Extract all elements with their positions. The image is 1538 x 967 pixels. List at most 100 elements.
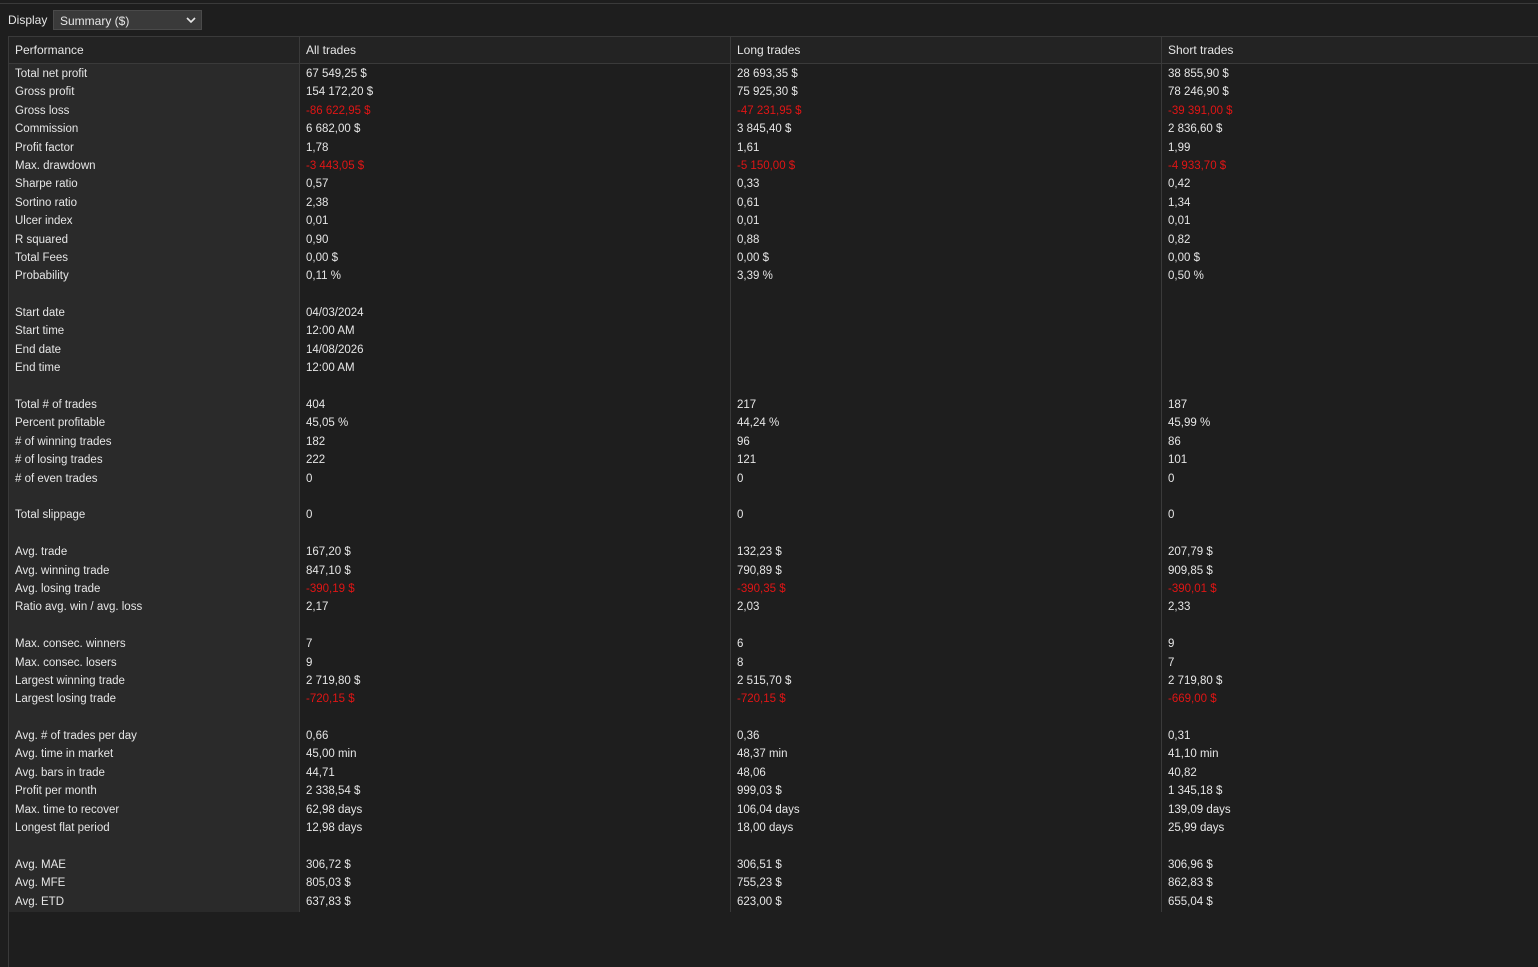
row-label: Avg. MFE xyxy=(15,877,66,890)
row-value: 306,51 $ xyxy=(737,858,782,871)
table-row: Avg. MAE 306,72 $ 306,51 $ 306,96 $ xyxy=(9,856,1538,874)
row-value: 38 855,90 $ xyxy=(1168,68,1229,80)
row-value: 41,10 min xyxy=(1168,748,1219,761)
table-row: Ratio avg. win / avg. loss 2,17 2,03 2,33 xyxy=(9,598,1538,616)
table-row xyxy=(9,709,1538,727)
row-value: 0 xyxy=(737,472,744,485)
row-value xyxy=(1162,286,1538,304)
row-label xyxy=(9,378,300,396)
row-value: -720,15 $ xyxy=(306,693,355,706)
row-value: 0,31 xyxy=(1168,730,1191,743)
table-row xyxy=(9,617,1538,635)
row-value: 0,01 xyxy=(1168,215,1191,228)
row-label: Avg. MAE xyxy=(15,858,66,871)
row-value: 999,03 $ xyxy=(737,785,782,798)
row-value: 3 845,40 $ xyxy=(737,123,792,136)
table-row: End date 14/08/2026 xyxy=(9,341,1538,359)
row-value: 0,00 $ xyxy=(737,251,769,264)
row-value: 12,98 days xyxy=(306,822,363,835)
row-value: 18,00 days xyxy=(737,822,794,835)
table-row: Avg. time in market 45,00 min 48,37 min 41,… xyxy=(9,745,1538,763)
row-label: Start date xyxy=(15,307,65,320)
row-value: -390,19 $ xyxy=(306,582,355,595)
row-value xyxy=(1162,488,1538,506)
row-label: Sortino ratio xyxy=(15,196,78,209)
row-value: 6 xyxy=(737,638,744,651)
table-row: Avg. winning trade 847,10 $ 790,89 $ 909,85… xyxy=(9,562,1538,580)
table-row: R squared 0,90 0,88 0,82 xyxy=(9,231,1538,249)
table-row xyxy=(9,525,1538,543)
row-value: 222 xyxy=(306,454,326,467)
row-value: -86 622,95 $ xyxy=(306,104,371,117)
row-value: -3 443,05 $ xyxy=(306,159,365,172)
row-value: 04/03/2024 xyxy=(306,307,364,320)
row-label: Avg. trade xyxy=(15,546,68,559)
row-value: 790,89 $ xyxy=(737,564,782,577)
row-value: 207,79 $ xyxy=(1168,546,1213,559)
table-row: Total Fees 0,00 $ 0,00 $ 0,00 $ xyxy=(9,249,1538,267)
row-value xyxy=(300,286,731,304)
table-row: Max. consec. winners 7 6 9 xyxy=(9,635,1538,653)
row-value xyxy=(731,617,1162,635)
row-value: 0 xyxy=(1168,472,1175,485)
row-label: # of even trades xyxy=(15,472,98,485)
column-header-short-trades[interactable]: Short trades xyxy=(1162,37,1538,63)
row-value: 45,05 % xyxy=(306,417,349,430)
row-label: Start time xyxy=(15,325,65,338)
table-row: Commission 6 682,00 $ 3 845,40 $ 2 836,60 $ xyxy=(9,120,1538,138)
row-value xyxy=(1162,525,1538,543)
row-value: 45,99 % xyxy=(1168,417,1211,430)
table-row: Avg. ETD 637,83 $ 623,00 $ 655,04 $ xyxy=(9,893,1538,911)
row-label: Max. drawdown xyxy=(15,159,96,172)
display-select-value: Summary ($) xyxy=(60,14,130,28)
row-value xyxy=(300,837,731,855)
row-value: 7 xyxy=(306,638,313,651)
row-label: # of losing trades xyxy=(15,454,103,467)
row-value: 12:00 AM xyxy=(306,325,355,338)
table-row: Longest flat period 12,98 days 18,00 days 2… xyxy=(9,819,1538,837)
row-label: # of winning trades xyxy=(15,435,112,448)
column-header-performance[interactable]: Performance xyxy=(9,37,300,63)
row-value: 0,42 xyxy=(1168,178,1191,191)
table-row: Profit per month 2 338,54 $ 999,03 $ 1 345,… xyxy=(9,782,1538,800)
row-label: Ulcer index xyxy=(15,215,73,228)
row-value: -669,00 $ xyxy=(1168,693,1217,706)
row-value xyxy=(731,322,1162,340)
column-header-long-trades[interactable]: Long trades xyxy=(731,37,1162,63)
row-value xyxy=(1162,304,1538,322)
display-label: Display xyxy=(8,13,48,27)
row-value: -4 933,70 $ xyxy=(1168,159,1227,172)
display-select[interactable]: Summary ($) xyxy=(53,10,202,30)
row-value: 217 xyxy=(737,399,757,412)
row-label: Avg. bars in trade xyxy=(15,766,105,779)
grid-rows: Total net profit 67 549,25 $ 28 693,35 $ 38… xyxy=(9,65,1538,911)
row-value: 0,88 xyxy=(737,233,760,246)
row-value xyxy=(731,286,1162,304)
row-value xyxy=(731,378,1162,396)
row-value: 40,82 xyxy=(1168,766,1197,779)
row-label: Avg. time in market xyxy=(15,748,114,761)
row-label: Total slippage xyxy=(15,509,86,522)
row-value: 0,50 % xyxy=(1168,270,1204,283)
row-value xyxy=(1162,341,1538,359)
row-value: 167,20 $ xyxy=(306,546,351,559)
column-header-all-trades[interactable]: All trades xyxy=(300,37,731,63)
row-value: 9 xyxy=(306,656,313,669)
row-value: 755,23 $ xyxy=(737,877,782,890)
row-value xyxy=(1162,709,1538,727)
table-row: # of even trades 0 0 0 xyxy=(9,470,1538,488)
row-value: 0,36 xyxy=(737,730,760,743)
row-label: Gross loss xyxy=(15,104,70,117)
row-value: 805,03 $ xyxy=(306,877,351,890)
row-value: 2 515,70 $ xyxy=(737,674,792,687)
row-value: -720,15 $ xyxy=(737,693,786,706)
row-value: 48,37 min xyxy=(737,748,788,761)
row-label: R squared xyxy=(15,233,69,246)
row-value: 2 338,54 $ xyxy=(306,785,361,798)
row-value: 3,39 % xyxy=(737,270,773,283)
row-value: 14/08/2026 xyxy=(306,343,364,356)
toolbar: Display Summary ($) xyxy=(0,4,1538,36)
row-value: 306,96 $ xyxy=(1168,858,1213,871)
table-row: Max. drawdown -3 443,05 $ -5 150,00 $ -4 93… xyxy=(9,157,1538,175)
row-value: 2,03 xyxy=(737,601,760,614)
